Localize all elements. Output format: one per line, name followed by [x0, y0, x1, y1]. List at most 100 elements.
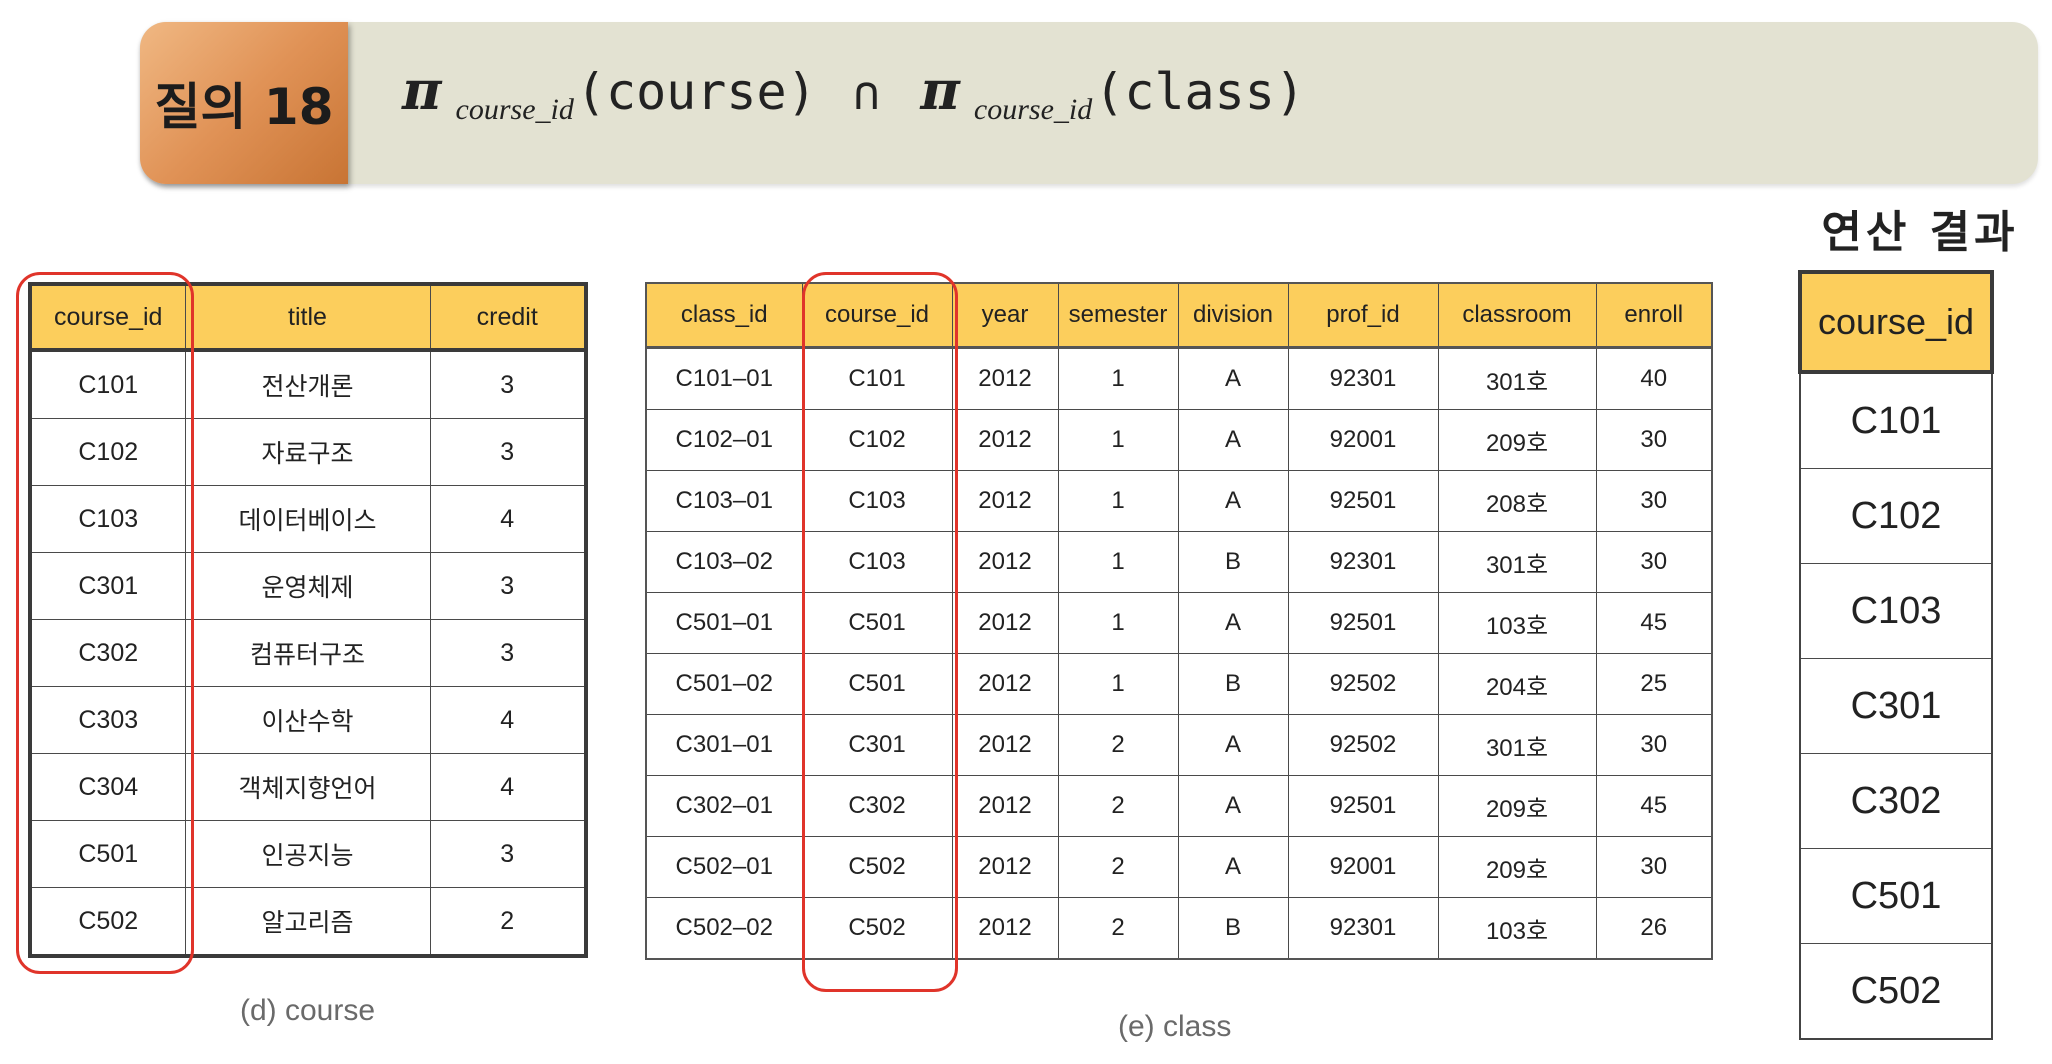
class-cell-class-id: C103–02	[645, 531, 803, 593]
class-cell-semester: 1	[1057, 653, 1179, 715]
class-cell-division: A	[1177, 714, 1289, 776]
table-row: C502	[1799, 943, 1993, 1040]
result-cell-course-id: C501	[1799, 848, 1993, 944]
result-cell-course-id: C302	[1799, 753, 1993, 849]
table-row: C302 컴퓨터구조 3	[29, 619, 587, 687]
class-cell-class-id: C302–01	[645, 775, 803, 837]
class-cell-course-id: C102	[801, 409, 953, 471]
class-cell-class-id: C101–01	[645, 347, 803, 410]
result-cell-course-id: C102	[1799, 468, 1993, 564]
class-cell-division: A	[1177, 775, 1289, 837]
class-cell-prof-id: 92501	[1287, 592, 1439, 654]
class-cell-prof-id: 92501	[1287, 775, 1439, 837]
class-cell-semester: 2	[1057, 897, 1179, 960]
class-cell-enroll: 25	[1595, 653, 1713, 715]
result-cell-course-id: C103	[1799, 563, 1993, 659]
class-cell-class-id: C501–01	[645, 592, 803, 654]
query-badge: 질의 18	[140, 22, 348, 184]
table-row: C102 자료구조 3	[29, 418, 587, 486]
class-cell-semester: 1	[1057, 470, 1179, 532]
course-cell-course-id: C303	[29, 686, 186, 754]
course-cell-credit: 4	[429, 485, 587, 553]
class-cell-class-id: C502–01	[645, 836, 803, 898]
table-row: C501 인공지능 3	[29, 820, 587, 888]
class-table-caption: (e) class	[1118, 1010, 1232, 1043]
class-cell-semester: 1	[1057, 592, 1179, 654]
class-cell-year: 2012	[951, 347, 1059, 410]
table-row: C302	[1799, 753, 1993, 849]
table-row: C502–01 C502 2012 2 A 92001 209호 30	[645, 836, 1713, 898]
class-cell-semester: 2	[1057, 714, 1179, 776]
class-cell-course-id: C101	[801, 347, 953, 410]
class-header-prof-id: prof_id	[1287, 282, 1439, 349]
course-cell-credit: 3	[429, 619, 587, 687]
course-cell-course-id: C101	[29, 349, 186, 419]
class-cell-prof-id: 92301	[1287, 347, 1439, 410]
class-cell-classroom: 103호	[1437, 897, 1597, 960]
class-cell-class-id: C102–01	[645, 409, 803, 471]
projection-attribute-left: course_id	[455, 93, 574, 126]
course-cell-course-id: C103	[29, 485, 186, 553]
relational-algebra-expression: π course_id (course) ∩ π course_id (clas…	[402, 58, 1305, 158]
course-cell-credit: 3	[429, 349, 587, 419]
class-cell-classroom: 301호	[1437, 347, 1597, 410]
table-row: C301–01 C301 2012 2 A 92502 301호 30	[645, 714, 1713, 776]
class-cell-year: 2012	[951, 653, 1059, 715]
class-header-enroll: enroll	[1595, 282, 1713, 349]
table-row: C501	[1799, 848, 1993, 944]
course-cell-title: 컴퓨터구조	[184, 619, 431, 687]
class-cell-enroll: 30	[1595, 409, 1713, 471]
course-cell-course-id: C102	[29, 418, 186, 486]
table-row: C304 객체지향언어 4	[29, 753, 587, 821]
class-cell-classroom: 209호	[1437, 775, 1597, 837]
table-row: C303 이산수학 4	[29, 686, 587, 754]
class-cell-classroom: 209호	[1437, 409, 1597, 471]
result-table: course_id C101 C102 C103 C301 C302 C501 C502	[1798, 270, 1994, 1040]
course-table: course_id title credit C101 전산개론 3 C102 자료구조 3 C…	[28, 282, 588, 958]
class-cell-enroll: 45	[1595, 592, 1713, 654]
course-cell-title: 운영체제	[184, 552, 431, 620]
class-cell-course-id: C501	[801, 653, 953, 715]
result-cell-course-id: C101	[1799, 371, 1993, 469]
class-cell-division: A	[1177, 347, 1289, 410]
class-cell-year: 2012	[951, 470, 1059, 532]
table-row: C103 데이터베이스 4	[29, 485, 587, 553]
class-cell-year: 2012	[951, 775, 1059, 837]
class-header-class-id: class_id	[645, 282, 803, 349]
class-cell-course-id: C103	[801, 470, 953, 532]
relation-right: (class)	[1094, 63, 1305, 121]
course-header-credit: credit	[429, 283, 587, 352]
class-cell-enroll: 26	[1595, 897, 1713, 960]
table-row: C502 알고리즘 2	[29, 887, 587, 957]
table-row: C301	[1799, 658, 1993, 754]
course-cell-course-id: C302	[29, 619, 186, 687]
projection-attribute-right: course_id	[973, 93, 1093, 126]
class-cell-semester: 1	[1057, 347, 1179, 410]
class-header-division: division	[1177, 282, 1289, 349]
course-cell-title: 인공지능	[184, 820, 431, 888]
class-cell-class-id: C103–01	[645, 470, 803, 532]
table-row: C101–01 C101 2012 1 A 92301 301호 40	[645, 347, 1713, 410]
table-row: C501–01 C501 2012 1 A 92501 103호 45	[645, 592, 1713, 654]
result-header-cell: course_id	[1798, 270, 1994, 374]
class-header-row: class_id course_id year semester division pro…	[645, 282, 1713, 349]
table-row: C103	[1799, 563, 1993, 659]
class-cell-class-id: C501–02	[645, 653, 803, 715]
class-header-classroom: classroom	[1437, 282, 1597, 349]
result-cell-course-id: C502	[1799, 943, 1993, 1040]
course-cell-title: 자료구조	[184, 418, 431, 486]
class-cell-year: 2012	[951, 836, 1059, 898]
course-cell-title: 이산수학	[184, 686, 431, 754]
table-row: C102–01 C102 2012 1 A 92001 209호 30	[645, 409, 1713, 471]
course-cell-credit: 3	[429, 418, 587, 486]
class-header-year: year	[951, 282, 1059, 349]
class-cell-course-id: C501	[801, 592, 953, 654]
class-cell-class-id: C301–01	[645, 714, 803, 776]
class-cell-division: A	[1177, 470, 1289, 532]
class-cell-classroom: 208호	[1437, 470, 1597, 532]
course-header-title: title	[184, 283, 431, 352]
class-cell-semester: 2	[1057, 775, 1179, 837]
projection-symbol-left: π	[402, 58, 442, 122]
class-cell-division: A	[1177, 409, 1289, 471]
table-row: C103–01 C103 2012 1 A 92501 208호 30	[645, 470, 1713, 532]
